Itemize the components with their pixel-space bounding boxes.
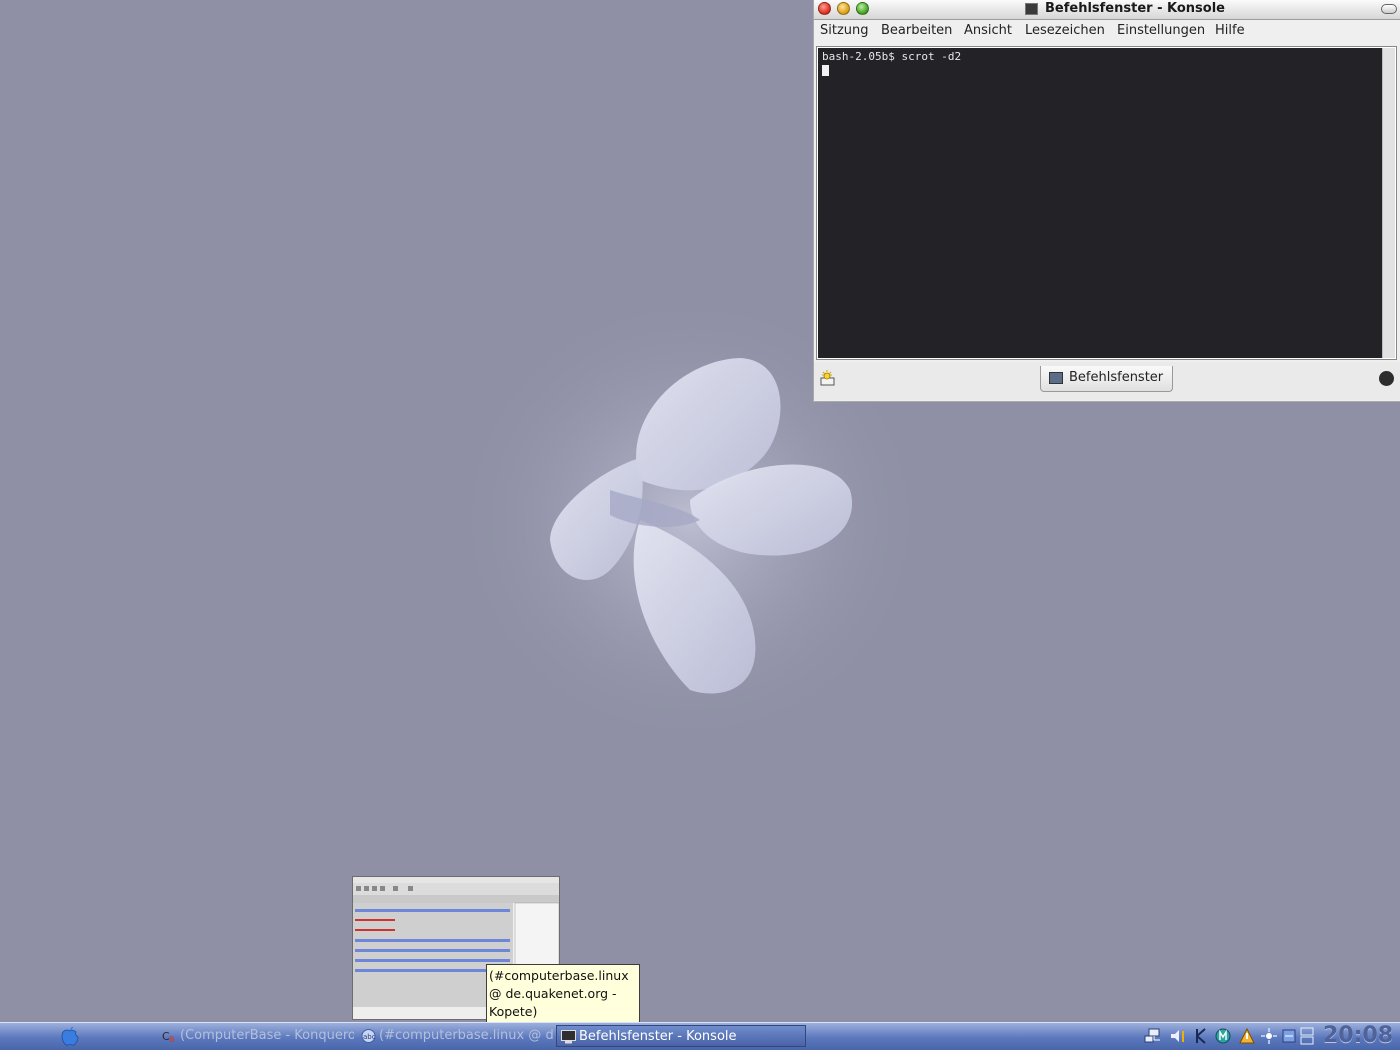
menu-hilfe[interactable]: Hilfe <box>1215 23 1245 38</box>
task-konqueror[interactable]: C B (ComputerBase - Konqueror <box>158 1025 354 1047</box>
tooltip-line: (#computerbase.linux <box>489 968 629 983</box>
tooltip-line: @ de.quakenet.org - <box>489 986 617 1001</box>
menu-einstellungen[interactable]: Einstellungen <box>1117 23 1205 38</box>
task-label: (#computerbase.linux @ de.quakenet.org -… <box>379 1028 554 1043</box>
menu-sitzung[interactable]: Sitzung <box>820 23 869 38</box>
svg-text:abc: abc <box>363 1033 376 1041</box>
taskbar: C B (ComputerBase - Konqueror abc (#comp… <box>0 1022 1400 1050</box>
tooltip-line: Kopete) <box>489 1004 538 1019</box>
terminal-area[interactable]: bash-2.05b$ scrot -d2 <box>818 48 1383 358</box>
menu-ansicht[interactable]: Ansicht <box>964 23 1012 38</box>
terminal-scrollbar[interactable] <box>1382 48 1395 358</box>
menu-lesezeichen[interactable]: Lesezeichen <box>1025 23 1105 38</box>
system-tray <box>1140 1025 1320 1047</box>
session-tab-label: Befehlsfenster <box>1069 370 1164 385</box>
window-title: Befehlsfenster - Konsole <box>1045 1 1225 16</box>
desktop-pager-icon[interactable] <box>1298 1027 1316 1045</box>
terminal-frame: bash-2.05b$ scrot -d2 <box>816 46 1397 360</box>
session-tabbar: Befehlsfenster <box>814 362 1400 400</box>
maximize-window-button[interactable] <box>856 2 869 15</box>
terminal-prompt-line: bash-2.05b$ scrot -d2 <box>822 50 962 63</box>
kopete-icon: abc <box>361 1029 376 1043</box>
svg-text:B: B <box>169 1035 175 1043</box>
weather-icon[interactable] <box>1238 1027 1256 1045</box>
close-window-button[interactable] <box>818 2 831 15</box>
network-icon[interactable] <box>1144 1027 1162 1045</box>
session-tab[interactable]: Befehlsfenster <box>1040 366 1173 392</box>
konsole-icon <box>561 1030 576 1044</box>
menu-bearbeiten[interactable]: Bearbeiten <box>881 23 952 38</box>
task-tooltip: (#computerbase.linux @ de.quakenet.org -… <box>486 964 640 1023</box>
menubar: Sitzung Bearbeiten Ansicht Lesezeichen E… <box>814 20 1400 44</box>
kmix-icon[interactable] <box>1214 1027 1232 1045</box>
minimize-window-button[interactable] <box>837 2 850 15</box>
apple-menu-icon[interactable] <box>58 1025 82 1047</box>
clock[interactable]: 20:08 <box>1323 1023 1400 1049</box>
close-session-button[interactable] <box>1379 371 1394 386</box>
klipper-icon[interactable] <box>1192 1027 1210 1045</box>
konqueror-icon: C B <box>162 1030 175 1043</box>
sync-icon[interactable] <box>1280 1027 1298 1045</box>
terminal-cursor <box>822 65 829 76</box>
konsole-window: Befehlsfenster - Konsole Sitzung Bearbei… <box>813 0 1400 402</box>
task-label: (ComputerBase - Konqueror <box>180 1028 354 1043</box>
task-konsole[interactable]: Befehlsfenster - Konsole <box>556 1025 806 1047</box>
window-titlebar[interactable]: Befehlsfenster - Konsole <box>814 0 1400 20</box>
new-session-icon[interactable] <box>820 370 836 386</box>
konsole-icon <box>1025 3 1038 15</box>
task-kopete[interactable]: abc (#computerbase.linux @ de.quakenet.o… <box>357 1025 554 1047</box>
terminal-icon <box>1049 372 1063 384</box>
task-label: Befehlsfenster - Konsole <box>579 1029 737 1044</box>
shade-window-button[interactable] <box>1381 4 1397 14</box>
kwallet-icon[interactable] <box>1260 1027 1278 1045</box>
volume-icon[interactable] <box>1168 1027 1186 1045</box>
